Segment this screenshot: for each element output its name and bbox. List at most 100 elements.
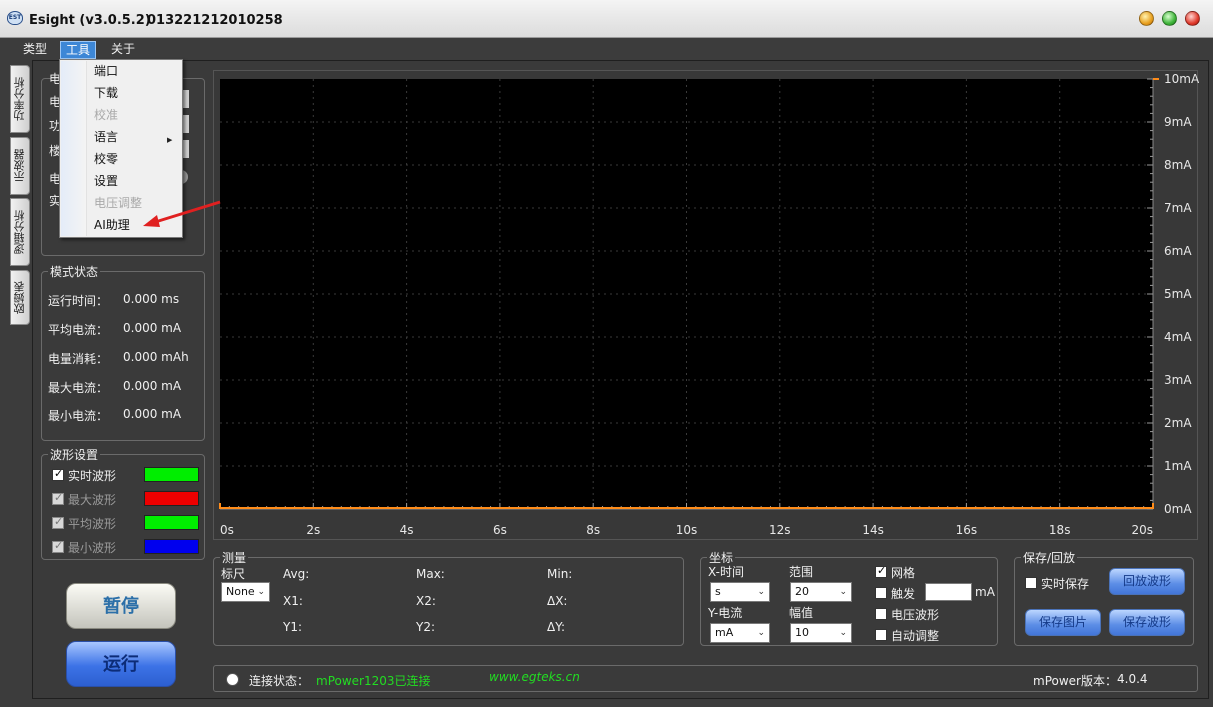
save-playback-title: 保存/回放 <box>1021 549 1078 566</box>
menu-item-settings[interactable]: 设置 <box>94 170 118 192</box>
y-tick-label: 0mA <box>1164 502 1192 516</box>
tab-logic-analysis[interactable]: 逻辑分析 <box>10 198 30 266</box>
connection-indicator[interactable] <box>226 673 239 686</box>
amplitude-label: 幅值 <box>789 606 814 620</box>
ruler-label: 标尺 <box>221 567 246 581</box>
dy-label: ΔY: <box>547 620 565 634</box>
avg-label: Avg: <box>283 567 310 581</box>
chevron-down-icon: ⌄ <box>839 587 847 597</box>
y-tick-label: 3mA <box>1164 373 1192 387</box>
max-wave-checkbox[interactable] <box>52 491 64 505</box>
mode-status-title: 模式状态 <box>48 263 101 280</box>
min-wave-color[interactable] <box>144 539 199 554</box>
mode-status-group: 模式状态 运行时间： 0.000 ms 平均电流： 0.000 mA 电量消耗：… <box>41 263 205 441</box>
partial-control[interactable] <box>183 90 189 108</box>
min-wave-label: 最小波形 <box>68 541 117 555</box>
window-title-bar[interactable]: EST Esight (v3.0.5.2) 013221212010258 <box>0 0 1213 38</box>
realtime-wave-checkbox[interactable] <box>52 467 64 481</box>
x-tick-label: 6s <box>493 523 507 537</box>
avg-wave-checkbox[interactable] <box>52 515 64 529</box>
tab-oscilloscope[interactable]: 示波器 <box>10 137 30 195</box>
waveform-settings-title: 波形设置 <box>48 446 101 463</box>
range-label: 范围 <box>789 565 814 579</box>
close-button[interactable] <box>1185 11 1200 26</box>
menu-icon-gutter <box>61 61 87 236</box>
realtime-save-checkbox[interactable] <box>1025 577 1037 589</box>
avg-wave-label: 平均波形 <box>68 517 117 531</box>
realtime-wave-label: 实时波形 <box>68 469 117 483</box>
current-plot[interactable]: 0s 2s 4s 6s 8s 10s 12s 14s 16s 18s 20s 0mA 1mA 2mA 3mA… <box>213 70 1199 540</box>
window-title: Esight (v3.0.5.2) <box>29 13 151 28</box>
max-label: Max: <box>416 567 445 581</box>
menu-item-language[interactable]: 语言 <box>94 126 118 148</box>
runtime-value: 0.000 ms <box>123 292 180 306</box>
y-tick-label: 8mA <box>1164 158 1192 172</box>
y1-label: Y1: <box>283 620 303 634</box>
x-unit-select[interactable]: s ⌄ <box>710 582 770 602</box>
measure-title: 测量 <box>220 549 249 566</box>
min-label: Min: <box>547 567 573 581</box>
auto-adjust-checkbox[interactable] <box>875 629 887 641</box>
chevron-down-icon: ⌄ <box>839 628 847 638</box>
x-unit-value: s <box>715 585 721 598</box>
status-bar: 连接状态： mPower1203已连接 www.egteks.cn mPower… <box>213 665 1198 692</box>
y-tick-label: 6mA <box>1164 244 1192 258</box>
max-wave-label: 最大波形 <box>68 493 117 507</box>
version-label: mPower版本： <box>1033 674 1117 688</box>
menu-type[interactable]: 类型 <box>18 41 52 59</box>
voltage-wave-checkbox[interactable] <box>875 608 887 620</box>
menu-about[interactable]: 关于 <box>106 41 140 59</box>
pause-button[interactable]: 暂停 <box>66 583 176 629</box>
x1-label: X1: <box>283 594 303 608</box>
range-select[interactable]: 20 ⌄ <box>790 582 852 602</box>
maximize-button[interactable] <box>1162 11 1177 26</box>
y-unit-select[interactable]: mA ⌄ <box>710 623 770 643</box>
x-tick-label: 18s <box>1049 523 1071 537</box>
website-link[interactable]: www.egteks.cn <box>489 670 580 684</box>
x-tick-label: 14s <box>862 523 884 537</box>
x-tick-label: 0s <box>220 523 234 537</box>
y-tick-label: 10mA <box>1164 72 1199 86</box>
avg-wave-color[interactable] <box>144 515 199 530</box>
max-wave-color[interactable] <box>144 491 199 506</box>
partial-control[interactable] <box>183 140 189 158</box>
menu-bar: 类型 工具 关于 <box>0 38 1213 60</box>
trigger-value-input[interactable] <box>925 583 972 601</box>
menu-item-download[interactable]: 下载 <box>94 82 118 104</box>
tab-power-analysis[interactable]: 功率分析 <box>10 65 30 133</box>
menu-item-zero[interactable]: 校零 <box>94 148 118 170</box>
trigger-checkbox[interactable] <box>875 587 887 599</box>
y-tick-label: 2mA <box>1164 416 1192 430</box>
playback-button[interactable]: 回放波形 <box>1109 568 1185 595</box>
menu-item-port[interactable]: 端口 <box>94 60 118 82</box>
y-unit-value: mA <box>715 626 734 639</box>
x-tick-label: 12s <box>769 523 791 537</box>
tab-ohmmeter[interactable]: 欧姆表 <box>10 270 30 325</box>
ruler-select[interactable]: None ⌄ <box>221 582 270 602</box>
connection-status: mPower1203已连接 <box>316 674 431 688</box>
chevron-down-icon: ⌄ <box>757 628 765 638</box>
submenu-arrow-icon: ▶ <box>167 136 173 144</box>
save-waveform-button[interactable]: 保存波形 <box>1109 609 1185 636</box>
max-current-value: 0.000 mA <box>123 379 182 393</box>
dx-label: ΔX: <box>547 594 568 608</box>
runtime-label: 运行时间： <box>48 294 109 308</box>
min-current-label: 最小电流： <box>48 409 109 423</box>
amplitude-value: 10 <box>795 626 809 639</box>
grid-checkbox[interactable] <box>875 564 887 578</box>
menu-item-calibrate[interactable]: 校准 <box>94 104 118 126</box>
menu-item-voltage-adjust[interactable]: 电压调整 <box>94 192 142 214</box>
amplitude-select[interactable]: 10 ⌄ <box>790 623 852 643</box>
realtime-wave-color[interactable] <box>144 467 199 482</box>
connection-label: 连接状态： <box>249 674 310 688</box>
run-button[interactable]: 运行 <box>66 641 176 687</box>
partial-control[interactable] <box>183 115 189 133</box>
menu-tools[interactable]: 工具 <box>60 41 97 59</box>
app-logo-icon: EST <box>7 11 23 25</box>
min-wave-checkbox[interactable] <box>52 539 64 553</box>
realtime-save-label: 实时保存 <box>1041 577 1090 591</box>
avg-current-label: 平均电流： <box>48 323 109 337</box>
save-image-button[interactable]: 保存图片 <box>1025 609 1101 636</box>
minimize-button[interactable] <box>1139 11 1154 26</box>
menu-item-ai-assistant[interactable]: AI助理 <box>94 214 130 236</box>
